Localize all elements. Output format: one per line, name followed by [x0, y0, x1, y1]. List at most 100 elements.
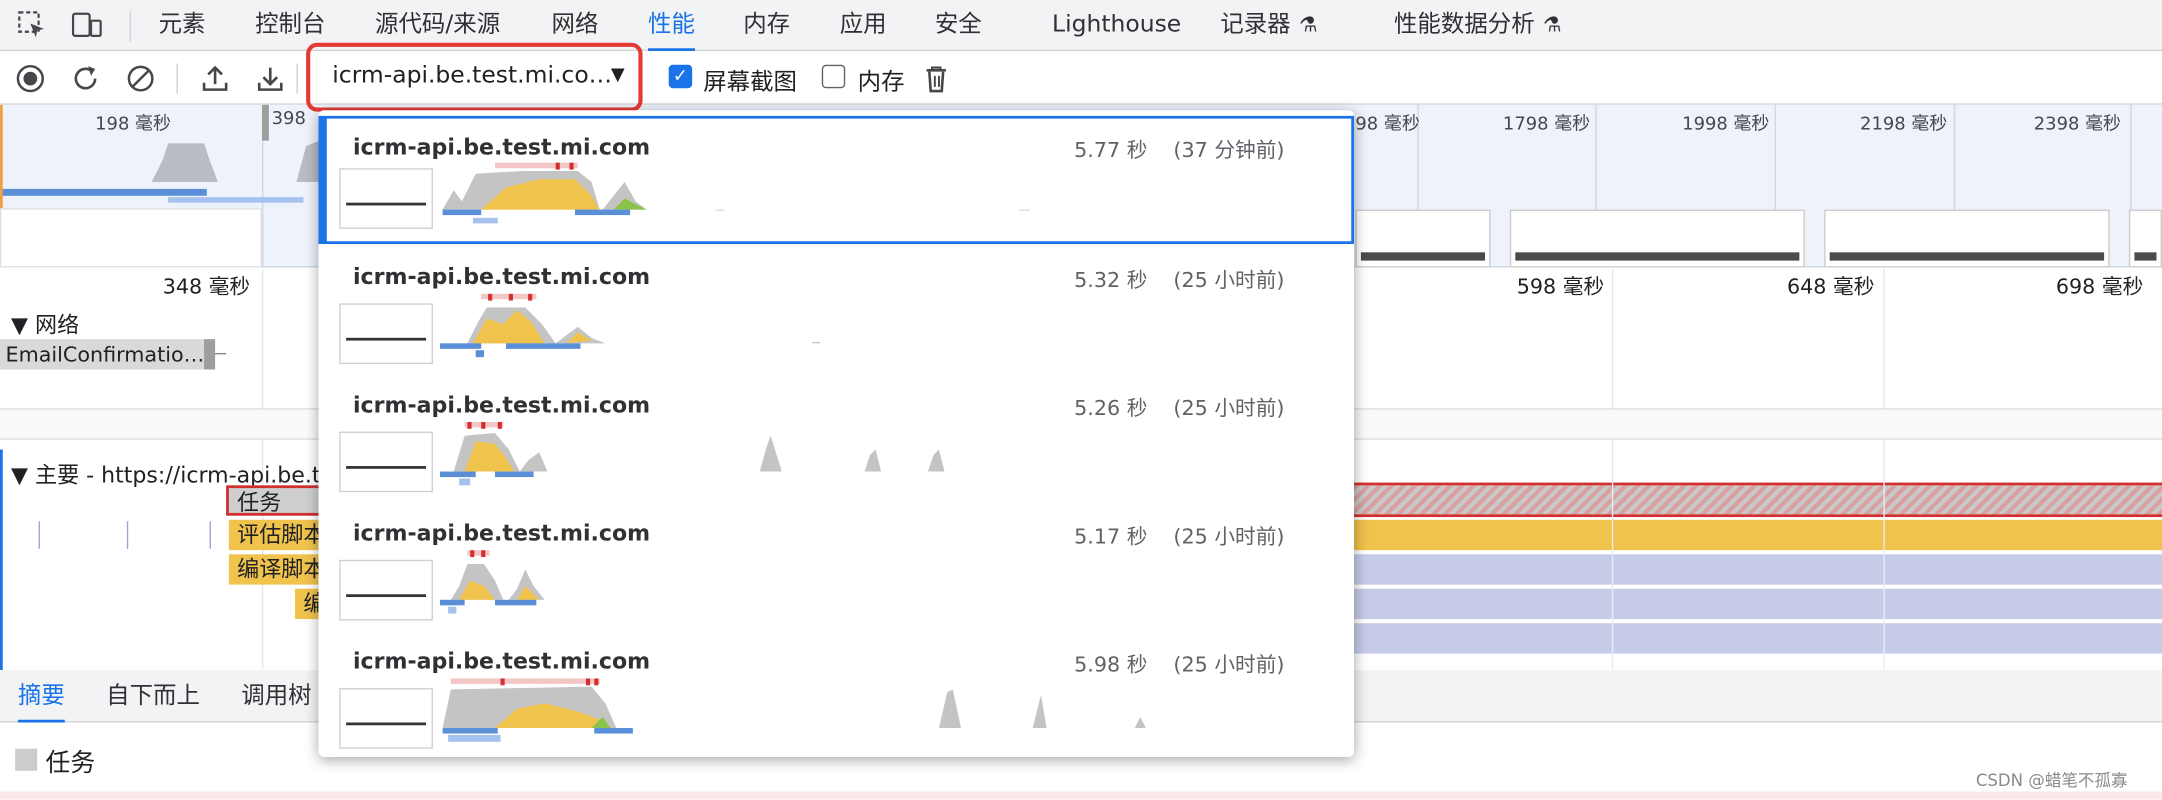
main-thread-title: 主要 - https://icrm-api.be.tes: [35, 461, 346, 489]
recording-name: icrm-api.be.test.mi.com: [352, 391, 651, 418]
network-whisker: [215, 352, 227, 355]
recording-thumbnail: [339, 303, 433, 365]
recording-option[interactable]: icrm-api.be.test.mi.com 5.17 秒 (25 小时前): [319, 502, 1355, 630]
screenshots-checkbox[interactable]: ✓: [668, 64, 693, 89]
recording-name: icrm-api.be.test.mi.com: [352, 519, 651, 547]
inspect-element-icon[interactable]: [14, 7, 50, 43]
tab-memory[interactable]: 内存: [743, 0, 790, 51]
recording-option[interactable]: icrm-api.be.test.mi.com 5.98 秒 (25 小时前): [319, 630, 1355, 757]
overview-tick: 2398 毫秒: [2033, 114, 2121, 136]
device-toolbar-icon[interactable]: [69, 7, 105, 43]
warning-strip: [0, 791, 2162, 800]
tab-call-tree[interactable]: 调用树: [241, 670, 311, 722]
screenshots-label: 屏幕截图: [703, 68, 797, 97]
event-tick: [209, 521, 211, 549]
overview-tick: 1798 毫秒: [1502, 114, 1591, 136]
tab-application[interactable]: 应用: [840, 0, 887, 51]
recording-thumbnail: [339, 559, 433, 621]
tab-performance[interactable]: 性能: [648, 0, 695, 52]
recording-activity-chart: [439, 421, 945, 486]
tab-performance-insights-label: 性能数据分析: [1393, 11, 1535, 39]
task-block[interactable]: 任务: [226, 485, 323, 516]
tab-lighthouse[interactable]: Lighthouse: [1052, 0, 1181, 51]
recording-select-value: icrm-api.be.test.mi.co…: [332, 62, 613, 90]
trash-icon[interactable]: [918, 61, 954, 97]
recording-activity-chart: [442, 678, 1146, 742]
recording-activity-chart: [439, 550, 545, 614]
tab-bottom-up[interactable]: 自下而上: [106, 670, 200, 722]
grid-line: [1611, 482, 1614, 671]
screenshot-strip: [0, 208, 262, 268]
summary-color-swatch: [15, 748, 38, 771]
recording-duration: 5.98 秒: [1074, 652, 1148, 678]
ruler-tick: 348 毫秒: [162, 274, 251, 300]
screenshot-thumb: [1355, 209, 1491, 268]
scripting-block[interactable]: [1354, 519, 2162, 551]
summary-label: 任务: [45, 748, 96, 778]
recording-age: (25 小时前): [1173, 652, 1285, 678]
idle-block[interactable]: [1354, 623, 2162, 654]
tab-security[interactable]: 安全: [935, 0, 982, 51]
download-icon[interactable]: [252, 61, 288, 97]
recording-duration: 5.17 秒: [1074, 523, 1148, 549]
compile-script-block[interactable]: 编译脚本: [228, 554, 323, 585]
divider: [176, 63, 178, 94]
clear-icon[interactable]: [123, 61, 159, 97]
tab-recorder[interactable]: 记录器 ⚗: [1220, 0, 1317, 51]
recording-option[interactable]: icrm-api.be.test.mi.com 5.32 秒 (25 小时前): [319, 245, 1355, 373]
recording-age: (25 小时前): [1173, 267, 1285, 293]
recording-duration: 5.26 秒: [1074, 395, 1148, 421]
screenshot-thumb: [2128, 209, 2162, 268]
ruler-tick: 598 毫秒: [1516, 274, 1605, 300]
overview-tick: 2198 毫秒: [1860, 114, 1948, 136]
reload-icon[interactable]: [68, 61, 104, 97]
screenshot-thumb: [1824, 209, 2110, 268]
idle-block[interactable]: [1354, 588, 2162, 620]
flask-icon: ⚗: [1542, 12, 1562, 38]
memory-label: 内存: [857, 68, 905, 97]
ruler-tick: 698 毫秒: [2055, 274, 2144, 300]
grid-line: [1883, 482, 1885, 671]
divider: [129, 11, 131, 42]
flask-icon: ⚗: [1298, 12, 1318, 38]
event-tick: [126, 521, 129, 549]
recording-activity-chart: [439, 293, 821, 358]
recording-thumbnail: [339, 168, 433, 229]
overview-tick: 98 毫秒: [1355, 114, 1420, 136]
network-track-title: 网络: [35, 311, 80, 338]
recording-name: icrm-api.be.test.mi.com: [352, 263, 651, 290]
event-tick: [38, 521, 40, 549]
overview-tick: 1998 毫秒: [1682, 114, 1770, 136]
upload-icon[interactable]: [197, 61, 233, 97]
network-track-header[interactable]: ▼ 网络: [11, 306, 79, 339]
recording-thumbnail: [339, 688, 433, 749]
selection-marker: [0, 449, 3, 671]
recording-option[interactable]: icrm-api.be.test.mi.com 5.77 秒 (37 分钟前): [318, 115, 1355, 245]
recording-duration: 5.32 秒: [1074, 267, 1148, 293]
ruler-tick: 648 毫秒: [1786, 274, 1875, 300]
evaluate-script-block[interactable]: 评估脚本: [228, 519, 323, 551]
recording-name: icrm-api.be.test.mi.com: [352, 133, 651, 160]
record-icon[interactable]: [12, 61, 48, 97]
network-request-bar[interactable]: EmailConfirmatio…: [0, 339, 214, 370]
network-request-bar-end: [204, 339, 216, 370]
recording-age: (25 小时前): [1173, 395, 1285, 421]
recording-thumbnail: [339, 431, 433, 493]
tab-elements[interactable]: 元素: [159, 0, 206, 51]
recordings-dropdown: icrm-api.be.test.mi.com 5.77 秒 (37 分钟前) …: [318, 110, 1355, 757]
divider: [296, 63, 298, 94]
memory-checkbox[interactable]: [821, 64, 846, 89]
recording-name: icrm-api.be.test.mi.com: [352, 648, 651, 675]
recording-age: (25 小时前): [1173, 523, 1285, 549]
long-task-block[interactable]: [1354, 482, 2162, 518]
recording-activity-chart: [442, 162, 1030, 224]
tab-summary[interactable]: 摘要: [17, 670, 65, 723]
screenshot-thumb: [1509, 209, 1805, 268]
watermark: CSDN @蜡笔不孤寡: [1975, 770, 2128, 791]
recording-option[interactable]: icrm-api.be.test.mi.com 5.26 秒 (25 小时前): [319, 374, 1355, 502]
tab-recorder-label: 记录器: [1220, 11, 1291, 39]
tab-performance-insights[interactable]: 性能数据分析 ⚗: [1394, 0, 1561, 51]
idle-block[interactable]: [1354, 554, 2162, 585]
dropdown-arrow-icon: ▼: [610, 64, 625, 86]
recording-select[interactable]: icrm-api.be.test.mi.co… ▼: [306, 42, 643, 112]
